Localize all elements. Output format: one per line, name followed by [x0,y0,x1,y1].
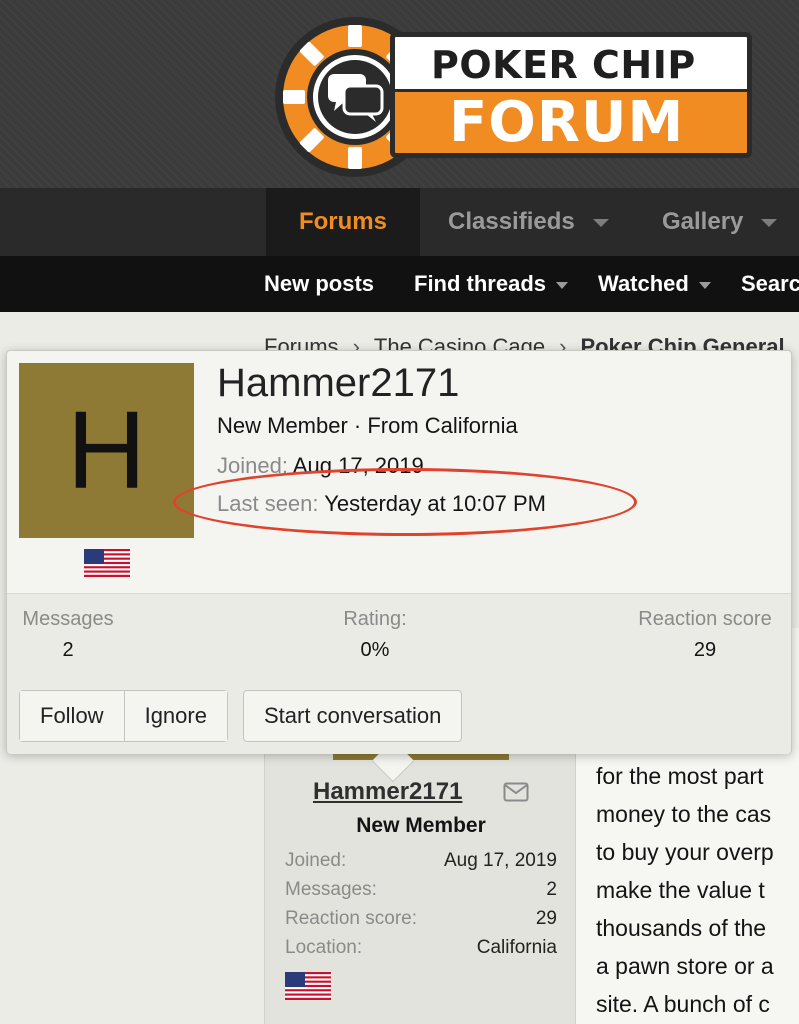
site-header: POKER CHIP FORUM [0,0,799,188]
stat-messages: Messages 2 [22,608,114,661]
user-stat-row: Location: California [285,937,557,958]
user-stat-row: Joined: Aug 17, 2019 [285,850,557,871]
us-flag-icon [84,549,130,577]
tab-classifieds[interactable]: Classifieds [448,188,609,256]
member-stats: Messages 2 Rating: 0% Reaction score 29 … [7,594,791,754]
message-username[interactable]: Hammer2171 [313,778,462,806]
subnav-watched[interactable]: Watched [598,256,711,312]
start-conversation-button[interactable]: Start conversation [243,690,463,742]
logo-line-2: FORUM [449,90,685,155]
post-line: money to the cas [596,801,772,827]
follow-button[interactable]: Follow [20,691,124,741]
logo-line-1: POKER CHIP [431,43,696,87]
chevron-down-icon[interactable] [761,219,778,227]
message-user-panel: Hammer2171 New Member Joined: Aug 17, 201… [264,740,576,1024]
logo-wordmark: POKER CHIP FORUM [390,32,752,158]
post-line: a pawn store or a [596,953,774,979]
subnav-search[interactable]: Search [741,256,799,312]
chevron-down-icon[interactable] [592,219,609,227]
follow-ignore-group: Follow Ignore [19,690,228,742]
user-stat-row: Messages: 2 [285,879,557,900]
site-logo[interactable]: POKER CHIP FORUM [270,12,770,182]
primary-nav: Forums Classifieds Gallery [0,188,799,256]
post-line: thousands of the [596,915,767,941]
us-flag-icon [285,972,331,1000]
ignore-button[interactable]: Ignore [123,691,227,741]
stat-reaction-score: Reaction score 29 [638,608,772,661]
chevron-down-icon[interactable] [698,281,711,289]
user-stat-row: Reaction score: 29 [285,908,557,929]
post-line: site. A bunch of c [596,991,770,1017]
post-line: make the value t [596,877,765,903]
post-line: for the most part [596,763,764,789]
tab-gallery[interactable]: Gallery [662,188,778,256]
tab-forums[interactable]: Forums [266,188,420,256]
subnav-find-threads[interactable]: Find threads [414,256,569,312]
mail-icon[interactable] [503,782,529,802]
stat-rating: Rating: 0% [343,608,407,661]
highlight-annotation [173,468,637,536]
member-title: New Member · From California [217,413,518,438]
secondary-nav: New posts Find threads Watched Search [0,256,799,312]
subnav-new-posts[interactable]: New posts [264,256,374,312]
member-tooltip: H Hammer2171 New Member · From Californi… [6,350,792,754]
message-user-title: New Member [356,814,486,837]
post-line: to buy your overp [596,839,774,865]
member-username[interactable]: Hammer2171 [217,361,459,406]
avatar[interactable]: H [19,363,194,538]
chevron-down-icon[interactable] [556,281,569,289]
